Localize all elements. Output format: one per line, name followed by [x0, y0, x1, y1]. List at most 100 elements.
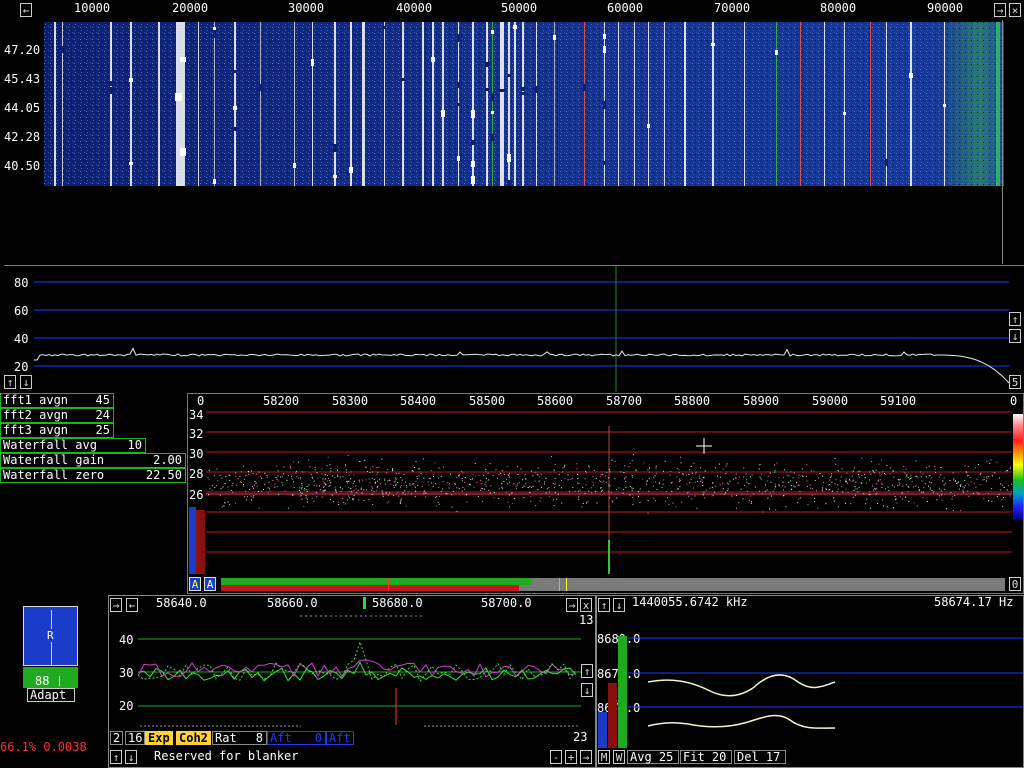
- freq-w-button[interactable]: W: [613, 750, 625, 764]
- spectrum-display[interactable]: [34, 266, 1009, 392]
- waterfall-time-label: 47.20: [4, 43, 41, 57]
- freq-avg-control[interactable]: Avg 25: [627, 750, 679, 764]
- freq-up-button[interactable]: ↑: [598, 598, 610, 612]
- baseband-y-label: 20: [119, 699, 134, 713]
- zoom-a-button-1[interactable]: A: [189, 577, 201, 591]
- waterfall-right-frame: [1002, 20, 1003, 264]
- baseband-right-button[interactable]: →: [566, 598, 578, 612]
- zoom-x-label: 58800: [674, 394, 711, 408]
- param-value: 45: [95, 393, 110, 407]
- top-axis-tick: 90000: [927, 1, 964, 15]
- freq-down-button[interactable]: ↓: [613, 598, 625, 612]
- agc-value-box[interactable]: 88: [23, 675, 78, 688]
- top-axis-tick: 70000: [714, 1, 751, 15]
- param-value: 25: [95, 423, 110, 437]
- param-waterfall-avg[interactable]: Waterfall avg 10: [0, 438, 146, 453]
- spectrum-avg-value[interactable]: 5: [1009, 375, 1021, 389]
- baseband-left-button[interactable]: →: [110, 598, 122, 612]
- scroll-right-button[interactable]: →: [994, 3, 1006, 17]
- zoom-scroll-track[interactable]: [221, 578, 1005, 591]
- top-axis-tick: 60000: [607, 1, 644, 15]
- baseband-right-bottom-value: 23: [573, 730, 588, 744]
- zoom-y-label: 28: [189, 467, 204, 481]
- baseband-freq-label: 58680.0: [372, 596, 423, 610]
- bb-ctl-aft-1[interactable]: Aft 0: [267, 731, 326, 745]
- zoom-x-label: 58400: [400, 394, 437, 408]
- baseband-up-button[interactable]: ↑: [581, 664, 593, 678]
- adapt-button[interactable]: Adapt: [27, 688, 75, 702]
- zoom-y-label: 34: [189, 408, 204, 422]
- agc-value-marker: [59, 676, 60, 686]
- bb-ctl-aft-value: 0: [314, 731, 322, 745]
- top-axis-tick: 40000: [396, 1, 433, 15]
- zoom-y-label: 26: [189, 488, 204, 502]
- baseband-display[interactable]: [138, 612, 581, 728]
- param-fft1-avgn[interactable]: fft1 avgn 45: [0, 393, 114, 408]
- param-label: Waterfall gain: [3, 453, 105, 467]
- bb-down-button[interactable]: ↓: [125, 750, 137, 764]
- spectrum-down-button[interactable]: ↓: [20, 375, 32, 389]
- zoom-scroll-green: [221, 578, 531, 585]
- zoom-scroll-red: [221, 585, 519, 591]
- waterfall-time-label: 45.43: [4, 72, 41, 86]
- bb-ctl-rat-value: 8: [255, 731, 263, 745]
- close-top-button[interactable]: ×: [1009, 3, 1021, 17]
- zoom-level-bar-red: [196, 510, 205, 574]
- top-frequency-axis: 10000 20000 30000 40000 50000 60000 7000…: [34, 0, 992, 18]
- freq-trace-display[interactable]: [628, 612, 1023, 748]
- freq-main-readout: 1440055.6742 kHz: [632, 595, 748, 609]
- waterfall-time-label: 42.28: [4, 130, 41, 144]
- zoom-x-label: 58600: [537, 394, 574, 408]
- bb-right-arrow-button[interactable]: →: [580, 750, 592, 764]
- spectrum-scale-up-button[interactable]: ↑: [1009, 312, 1021, 326]
- baseband-close-button[interactable]: x: [580, 598, 592, 612]
- param-fft2-avgn[interactable]: fft2 avgn 24: [0, 408, 114, 423]
- bb-ctl-16[interactable]: 16: [125, 731, 146, 745]
- baseband-back-button[interactable]: ←: [126, 598, 138, 612]
- baseband-y-axis: 40 30 20: [116, 630, 138, 720]
- zoom-zero-button[interactable]: 0: [1009, 577, 1021, 591]
- bb-ctl-rat-label: Rat: [215, 731, 237, 745]
- top-axis-tick: 50000: [501, 1, 538, 15]
- zoom-a-button-2[interactable]: A: [204, 577, 216, 591]
- baseband-center-marker: [363, 597, 366, 609]
- bb-ctl-rat[interactable]: Rat 8: [212, 731, 267, 745]
- param-label: Waterfall zero: [3, 468, 105, 482]
- color-scale-bar: [1013, 414, 1023, 520]
- bb-up-button[interactable]: ↑: [110, 750, 122, 764]
- baseband-down-button[interactable]: ↓: [581, 683, 593, 697]
- param-waterfall-zero[interactable]: Waterfall zero 22.50: [0, 468, 186, 483]
- spectrum-up-button[interactable]: ↑: [4, 375, 16, 389]
- freq-m-button[interactable]: M: [598, 750, 610, 764]
- waterfall-time-label: 40.50: [4, 159, 41, 173]
- scroll-left-button[interactable]: ←: [20, 3, 32, 17]
- waterfall-time-label: 44.05: [4, 101, 41, 115]
- bb-ctl-aft-2[interactable]: Aft: [326, 731, 354, 745]
- param-value: 10: [127, 438, 142, 452]
- param-fft3-avgn[interactable]: fft3 avgn 25: [0, 423, 114, 438]
- freq-del-control[interactable]: Del 17: [734, 750, 786, 764]
- param-waterfall-gain[interactable]: Waterfall gain 2.00: [0, 453, 186, 468]
- bb-ctl-coh2[interactable]: Coh2: [176, 731, 211, 745]
- spectrum-scale-down-button[interactable]: ↓: [1009, 329, 1021, 343]
- zoom-x-label: 0: [197, 394, 205, 408]
- spectrum-y-label: 80: [14, 276, 29, 290]
- zoom-spectrum-display[interactable]: [206, 410, 1012, 574]
- zoom-scroll-marker-yellow: [566, 578, 567, 591]
- bb-ctl-exp[interactable]: Exp: [145, 731, 173, 745]
- bb-ctl-2[interactable]: 2: [110, 731, 124, 745]
- zoom-x-label: 58300: [332, 394, 369, 408]
- zoom-y-label: 32: [189, 427, 204, 441]
- blanker-label: Reserved for blanker: [154, 749, 299, 763]
- waterfall-display[interactable]: [44, 22, 1004, 186]
- zoom-scroll-marker-cyan: [559, 578, 560, 591]
- param-value: 2.00: [153, 453, 182, 467]
- spectrum-y-label: 60: [14, 304, 29, 318]
- top-axis-tick: 30000: [288, 1, 325, 15]
- bb-plus-button[interactable]: +: [565, 750, 577, 764]
- freq-fit-control[interactable]: Fit 20: [680, 750, 732, 764]
- waterfall-y-axis: 47.20 45.43 44.05 42.28 40.50: [4, 38, 44, 178]
- agc-panel[interactable]: R: [23, 606, 78, 666]
- baseband-freq-label: 58700.0: [481, 596, 532, 610]
- bb-minus-button[interactable]: -: [550, 750, 562, 764]
